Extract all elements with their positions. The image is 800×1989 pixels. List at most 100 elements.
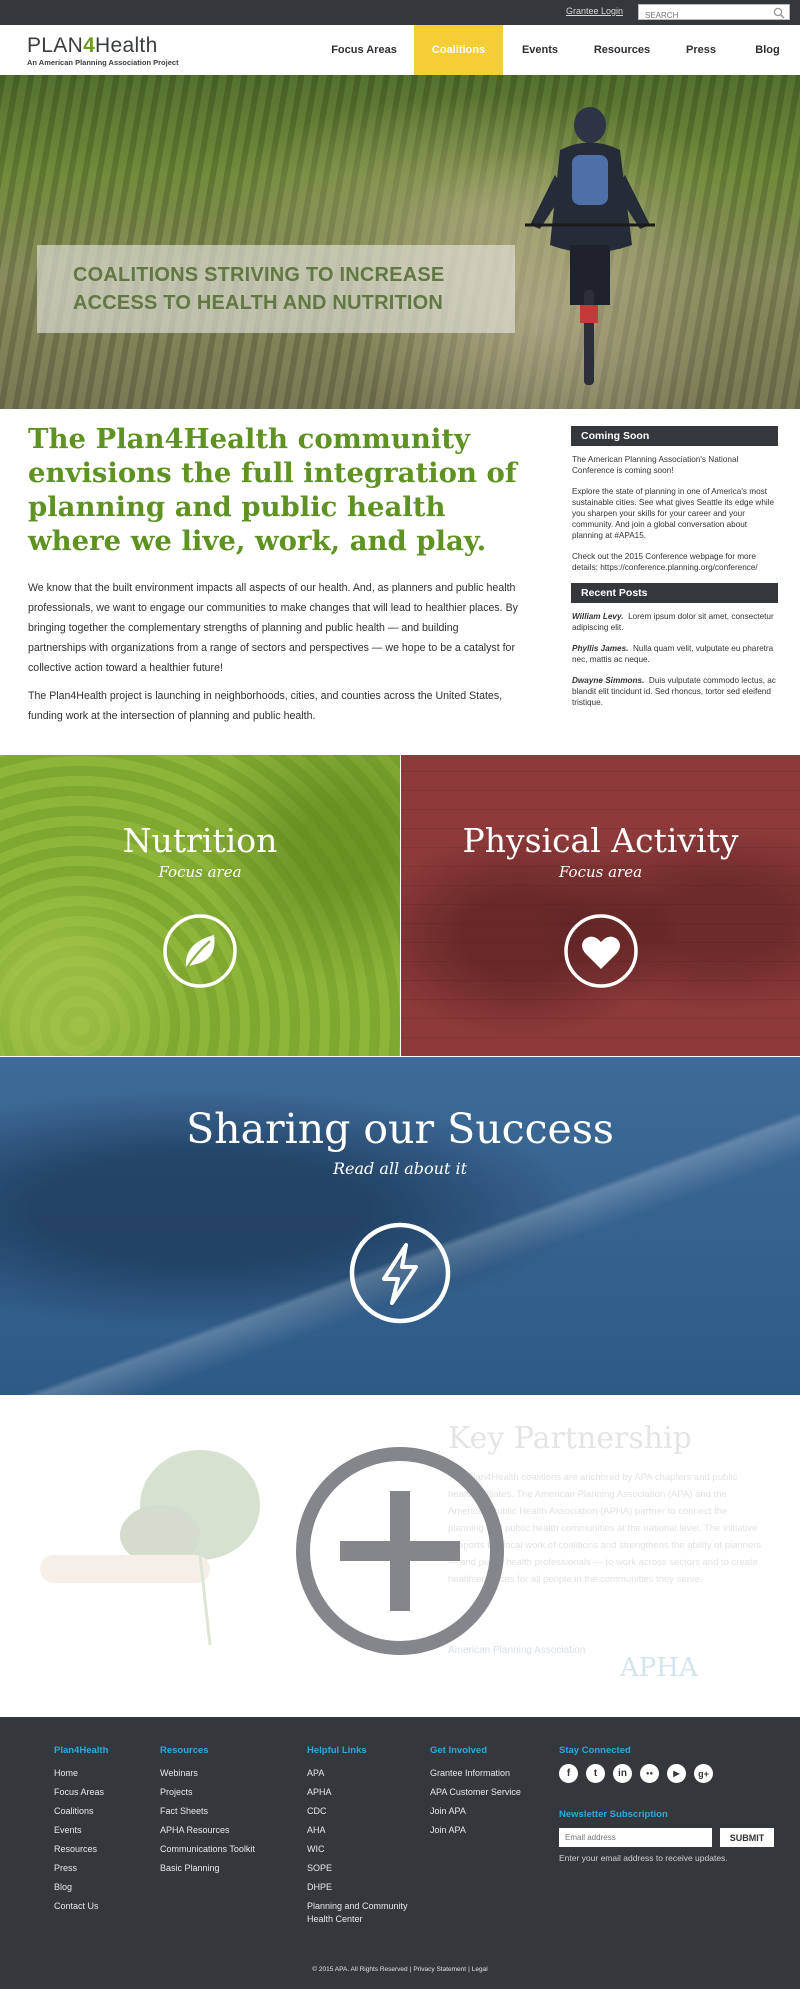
recent-post[interactable]: Dwayne Simmons. Duis vulputate commodo l… (572, 675, 778, 708)
sidebar: Coming Soon The American Planning Associ… (571, 426, 778, 718)
linkedin-icon[interactable]: in (613, 1764, 632, 1783)
youtube-icon[interactable]: ▶ (667, 1764, 686, 1783)
footer-link[interactable]: Press (54, 1859, 108, 1878)
nutrition-tile[interactable]: Nutrition Focus area (0, 755, 400, 1056)
privacy-link[interactable]: Privacy Statement (413, 1966, 466, 1973)
flickr-icon[interactable]: ●● (640, 1764, 659, 1783)
nav-blog[interactable]: Blog (735, 25, 800, 75)
hero-caption: COALITIONS STRIVING TO INCREASE ACCESS T… (37, 245, 515, 333)
physical-activity-title: Physical Activity (462, 821, 739, 860)
site-footer: Plan4Health Home Focus Areas Coalitions … (0, 1717, 800, 1989)
footer-col-get-involved: Get Involved Grantee Information APA Cus… (430, 1745, 521, 1840)
copyright-text: © 2015 APA. All Rights Reserved (312, 1966, 408, 1973)
grantee-login-link[interactable]: Grantee Login (566, 6, 623, 16)
hero-banner: COALITIONS STRIVING TO INCREASE ACCESS T… (0, 75, 800, 409)
cyclist-image (525, 107, 655, 385)
google-plus-icon[interactable]: g+ (694, 1764, 713, 1783)
newsletter-heading: Newsletter Subscription (559, 1809, 668, 1820)
footer-link[interactable]: Planning and Community Health Center (307, 1900, 417, 1926)
footer-col-resources: Resources Webinars Projects Fact Sheets … (160, 1745, 255, 1878)
search-box[interactable] (638, 4, 790, 23)
hero-caption-line1: COALITIONS STRIVING TO INCREASE (73, 264, 445, 286)
page: Grantee Login PLAN4Health An American Pl… (0, 0, 800, 1989)
footer-col-stay-connected: Stay Connected f t in ●● ▶ g+ Newsletter… (559, 1745, 779, 1863)
lightning-icon (349, 1222, 451, 1324)
footer-link[interactable]: CDC (307, 1802, 417, 1821)
footer-col-plan4health: Plan4Health Home Focus Areas Coalitions … (54, 1745, 108, 1916)
newsletter-submit-button[interactable]: SUBMIT (720, 1828, 774, 1847)
coming-soon-paragraph: Explore the state of planning in one of … (572, 487, 775, 540)
apha-logo: APHA (620, 1653, 698, 1683)
footer-link[interactable]: DHPE (307, 1878, 417, 1897)
footer-link[interactable]: Blog (54, 1878, 108, 1897)
footer-link[interactable]: AHA (307, 1821, 417, 1840)
footer-link[interactable]: Resources (54, 1840, 108, 1859)
footer-link[interactable]: Events (54, 1821, 108, 1840)
footer-link[interactable]: Fact Sheets (160, 1802, 255, 1821)
footer-link[interactable]: Projects (160, 1783, 255, 1802)
hero-caption-line2: ACCESS TO HEALTH AND NUTRITION (73, 292, 444, 314)
coming-soon-heading: Coming Soon (571, 426, 778, 446)
footer-link[interactable]: Home (54, 1764, 108, 1783)
footer-link[interactable]: Basic Planning (160, 1859, 255, 1878)
nutrition-title: Nutrition (122, 821, 278, 860)
nav-resources[interactable]: Resources (577, 25, 667, 75)
footer-heading: Stay Connected (559, 1745, 631, 1756)
footer-link[interactable]: APA Customer Service (430, 1783, 521, 1802)
coming-soon-text: The American Planning Association's Nati… (571, 446, 778, 573)
footer-link[interactable]: APHA (307, 1783, 417, 1802)
logo-wordmark: PLAN4Health (27, 35, 179, 57)
nav-coalitions[interactable]: Coalitions (414, 25, 503, 75)
footer-col-helpful-links: Helpful Links APA APHA CDC AHA WIC SOPE … (307, 1745, 417, 1926)
footer-link[interactable]: Coalitions (54, 1802, 108, 1821)
facebook-icon[interactable]: f (559, 1764, 578, 1783)
footer-link[interactable]: Webinars (160, 1764, 255, 1783)
sharing-title: Sharing our Success (186, 1105, 614, 1153)
nav-events[interactable]: Events (503, 25, 577, 75)
nav-press[interactable]: Press (667, 25, 735, 75)
nutrition-subtitle: Focus area (158, 863, 242, 881)
utility-bar: Grantee Login (0, 0, 800, 25)
coming-soon-paragraph: The American Planning Association's Nati… (572, 455, 739, 475)
coming-soon-paragraph[interactable]: Check out the 2015 Conference webpage fo… (572, 551, 778, 573)
footer-link[interactable]: Focus Areas (54, 1783, 108, 1802)
footer-heading: Resources (160, 1745, 209, 1756)
newsletter-note: Enter your email address to receive upda… (559, 1853, 728, 1863)
physical-activity-tile[interactable]: Physical Activity Focus area (401, 755, 800, 1056)
logo-text-four: 4 (83, 34, 96, 57)
logo-tagline: An American Planning Association Project (27, 58, 179, 67)
footer-link[interactable]: APHA Resources (160, 1821, 255, 1840)
post-author: Dwayne Simmons. (572, 676, 645, 685)
main-nav: Focus Areas Coalitions Events Resources … (314, 25, 800, 75)
recent-posts-heading: Recent Posts (571, 583, 778, 603)
logo-text-health: Health (95, 34, 158, 57)
recent-post[interactable]: William Levy. Lorem ipsum dolor sit amet… (572, 611, 778, 633)
footer-link[interactable]: Contact Us (54, 1897, 108, 1916)
footer-link[interactable]: Join APA (430, 1821, 521, 1840)
social-links: f t in ●● ▶ g+ (559, 1764, 779, 1783)
newsletter-email-input[interactable] (559, 1828, 712, 1847)
site-logo[interactable]: PLAN4Health An American Planning Associa… (27, 35, 179, 68)
recent-post[interactable]: Phyllis James. Nulla quam velit, vulputa… (572, 643, 778, 665)
plus-circle-icon[interactable] (294, 1445, 506, 1657)
key-partnership-section[interactable]: Key Partnership The Plan4Health coalitio… (0, 1395, 800, 1717)
footer-link[interactable]: Grantee Information (430, 1764, 521, 1783)
search-input[interactable] (639, 8, 769, 23)
intro-paragraph: The Plan4Health project is launching in … (28, 690, 503, 722)
sharing-subtitle: Read all about it (332, 1159, 468, 1178)
footer-link[interactable]: Join APA (430, 1802, 521, 1821)
footer-link[interactable]: WIC (307, 1840, 417, 1859)
footer-heading: Helpful Links (307, 1745, 367, 1756)
post-author: William Levy. (572, 612, 624, 621)
twitter-icon[interactable]: t (586, 1764, 605, 1783)
footer-link[interactable]: APA (307, 1764, 417, 1783)
page-headline: The Plan4Health community envisions the … (28, 423, 517, 557)
footer-link[interactable]: SOPE (307, 1859, 417, 1878)
footer-link[interactable]: Communications Toolkit (160, 1840, 255, 1859)
search-icon[interactable] (773, 7, 785, 19)
sharing-success-banner[interactable]: Sharing our Success Read all about it (0, 1057, 800, 1395)
intro-text: We know that the built environment impac… (28, 578, 518, 726)
legal-link[interactable]: Legal (472, 1966, 488, 1973)
nav-focus-areas[interactable]: Focus Areas (314, 25, 414, 75)
intro-paragraph: We know that the built environment impac… (28, 582, 518, 674)
